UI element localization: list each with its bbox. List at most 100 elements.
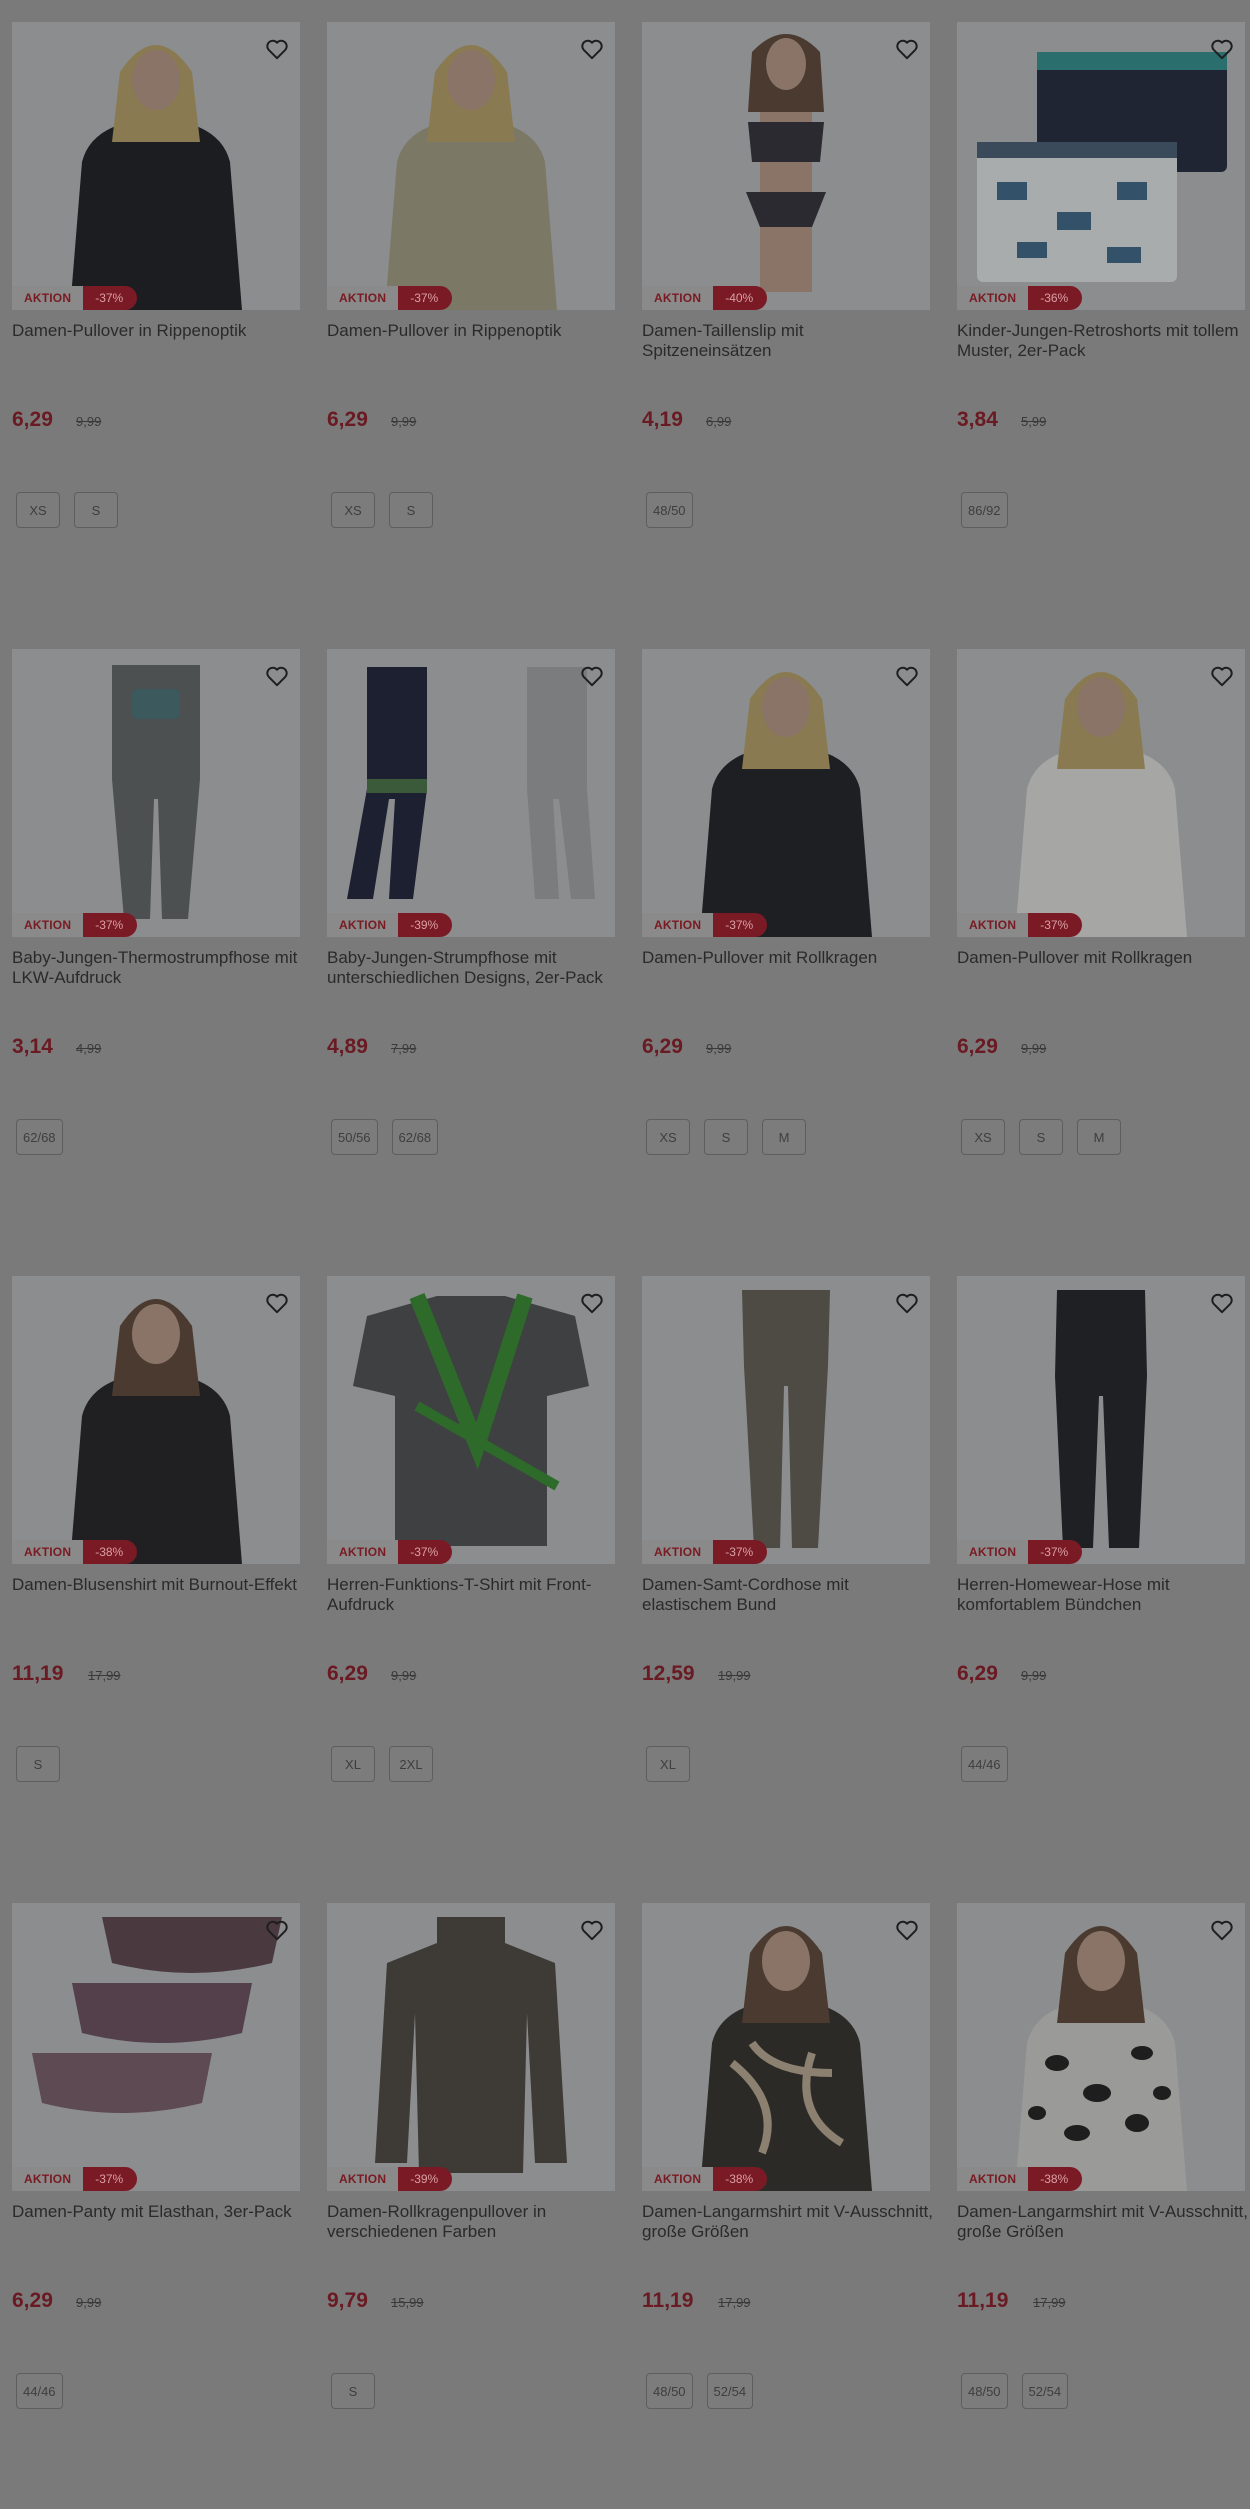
size-option[interactable]: 86/92 xyxy=(961,492,1008,528)
size-option[interactable]: XS xyxy=(331,492,375,528)
size-option[interactable]: 48/50 xyxy=(646,492,693,528)
product-price: 11,19 xyxy=(12,1662,64,1685)
product-price: 6,29 xyxy=(12,2289,53,2312)
size-option[interactable]: 50/56 xyxy=(331,1119,378,1155)
wishlist-heart-icon[interactable] xyxy=(894,36,920,62)
size-option[interactable]: XS xyxy=(16,492,60,528)
wishlist-heart-icon[interactable] xyxy=(894,1917,920,1943)
wishlist-heart-icon[interactable] xyxy=(894,663,920,689)
product-image[interactable]: AKTION -37% xyxy=(12,22,300,310)
product-title[interactable]: Damen-Rollkragenpullover in verschiedene… xyxy=(327,2202,619,2242)
product-title[interactable]: Kinder-Jungen-Retroshorts mit tollem Mus… xyxy=(957,321,1249,361)
product-price: 9,79 xyxy=(327,2289,368,2312)
original-price: 7,99 xyxy=(391,1041,417,1056)
product-photo xyxy=(642,1276,930,1564)
size-option[interactable]: XS xyxy=(646,1119,690,1155)
wishlist-heart-icon[interactable] xyxy=(1209,36,1235,62)
size-option[interactable]: 62/68 xyxy=(391,1119,439,1155)
size-option[interactable]: 62/68 xyxy=(16,1119,63,1155)
product-image[interactable]: AKTION -39% xyxy=(327,1903,615,2191)
product-image[interactable]: AKTION -37% xyxy=(957,649,1245,937)
product-price: 3,84 xyxy=(957,408,998,431)
product-title[interactable]: Damen-Pullover mit Rollkragen xyxy=(642,948,934,968)
size-option[interactable]: S xyxy=(16,1746,60,1782)
badge-row: AKTION -38% xyxy=(957,2167,1083,2191)
product-image[interactable]: AKTION -37% xyxy=(642,649,930,937)
product-image[interactable]: AKTION -37% xyxy=(957,1276,1245,1564)
size-option[interactable]: 52/54 xyxy=(706,2373,754,2409)
product-title[interactable]: Damen-Pullover in Rippenoptik xyxy=(12,321,304,341)
wishlist-heart-icon[interactable] xyxy=(579,1917,605,1943)
wishlist-heart-icon[interactable] xyxy=(579,36,605,62)
size-option[interactable]: XS xyxy=(961,1119,1005,1155)
size-option[interactable]: S xyxy=(74,492,118,528)
product-price: 12,59 xyxy=(642,1662,695,1685)
product-image[interactable]: AKTION -36% xyxy=(957,22,1245,310)
size-option[interactable]: 48/50 xyxy=(646,2373,693,2409)
size-option[interactable]: XL xyxy=(646,1746,690,1782)
promo-badge: AKTION xyxy=(327,1540,399,1564)
size-option[interactable]: M xyxy=(762,1119,806,1155)
size-option[interactable]: 48/50 xyxy=(961,2373,1008,2409)
size-options: XS S M xyxy=(961,1119,1121,1155)
original-price: 19,99 xyxy=(718,1668,751,1683)
discount-badge: -39% xyxy=(398,2167,453,2191)
size-options: 50/56 62/68 xyxy=(331,1119,439,1155)
product-title[interactable]: Baby-Jungen-Thermostrumpfhose mit LKW-Au… xyxy=(12,948,304,988)
product-title[interactable]: Damen-Langarmshirt mit V-Ausschnitt, gro… xyxy=(957,2202,1249,2242)
product-title[interactable]: Damen-Langarmshirt mit V-Ausschnitt, gro… xyxy=(642,2202,934,2242)
product-title[interactable]: Herren-Funktions-T-Shirt mit Front-Aufdr… xyxy=(327,1575,619,1615)
wishlist-heart-icon[interactable] xyxy=(579,1290,605,1316)
product-title[interactable]: Damen-Taillenslip mit Spitzeneinsätzen xyxy=(642,321,934,361)
size-option[interactable]: 52/54 xyxy=(1021,2373,1069,2409)
wishlist-heart-icon[interactable] xyxy=(264,36,290,62)
product-image[interactable]: AKTION -37% xyxy=(12,1903,300,2191)
size-option[interactable]: 2XL xyxy=(389,1746,433,1782)
product-image[interactable]: AKTION -38% xyxy=(957,1903,1245,2191)
badge-row: AKTION -37% xyxy=(327,286,453,310)
discount-badge: -37% xyxy=(83,286,138,310)
original-price: 9,99 xyxy=(391,414,417,429)
product-title[interactable]: Damen-Blusenshirt mit Burnout-Effekt xyxy=(12,1575,304,1595)
wishlist-heart-icon[interactable] xyxy=(1209,663,1235,689)
product-image[interactable]: AKTION -37% xyxy=(327,22,615,310)
size-option[interactable]: S xyxy=(389,492,433,528)
size-option[interactable]: 44/46 xyxy=(16,2373,63,2409)
wishlist-heart-icon[interactable] xyxy=(1209,1917,1235,1943)
original-price: 15,99 xyxy=(391,2295,424,2310)
product-image[interactable]: AKTION -37% xyxy=(642,1276,930,1564)
wishlist-heart-icon[interactable] xyxy=(264,663,290,689)
product-image[interactable]: AKTION -38% xyxy=(642,1903,930,2191)
size-options: 86/92 xyxy=(961,492,1008,528)
wishlist-heart-icon[interactable] xyxy=(264,1917,290,1943)
promo-badge: AKTION xyxy=(327,2167,399,2191)
product-title[interactable]: Damen-Pullover in Rippenoptik xyxy=(327,321,619,341)
badge-row: AKTION -37% xyxy=(12,2167,138,2191)
badge-row: AKTION -40% xyxy=(642,286,768,310)
product-title[interactable]: Herren-Homewear-Hose mit komfortablem Bü… xyxy=(957,1575,1249,1615)
size-option[interactable]: 44/46 xyxy=(961,1746,1008,1782)
wishlist-heart-icon[interactable] xyxy=(894,1290,920,1316)
product-image[interactable]: AKTION -37% xyxy=(327,1276,615,1564)
product-title[interactable]: Damen-Panty mit Elasthan, 3er-Pack xyxy=(12,2202,304,2222)
product-image[interactable]: AKTION -39% xyxy=(327,649,615,937)
product-title[interactable]: Damen-Samt-Cordhose mit elastischem Bund xyxy=(642,1575,934,1615)
size-option[interactable]: S xyxy=(704,1119,748,1155)
size-options: XS S M xyxy=(646,1119,806,1155)
product-image[interactable]: AKTION -38% xyxy=(12,1276,300,1564)
wishlist-heart-icon[interactable] xyxy=(264,1290,290,1316)
wishlist-heart-icon[interactable] xyxy=(579,663,605,689)
size-option[interactable]: XL xyxy=(331,1746,375,1782)
product-image[interactable]: AKTION -40% xyxy=(642,22,930,310)
product-image[interactable]: AKTION -37% xyxy=(12,649,300,937)
size-option[interactable]: S xyxy=(1019,1119,1063,1155)
wishlist-heart-icon[interactable] xyxy=(1209,1290,1235,1316)
product-price: 4,89 xyxy=(327,1035,368,1058)
original-price: 6,99 xyxy=(706,414,732,429)
product-price: 6,29 xyxy=(12,408,53,431)
size-option[interactable]: S xyxy=(331,2373,375,2409)
product-title[interactable]: Damen-Pullover mit Rollkragen xyxy=(957,948,1249,968)
size-option[interactable]: M xyxy=(1077,1119,1121,1155)
original-price: 9,99 xyxy=(706,1041,732,1056)
product-title[interactable]: Baby-Jungen-Strumpfhose mit unterschiedl… xyxy=(327,948,619,988)
